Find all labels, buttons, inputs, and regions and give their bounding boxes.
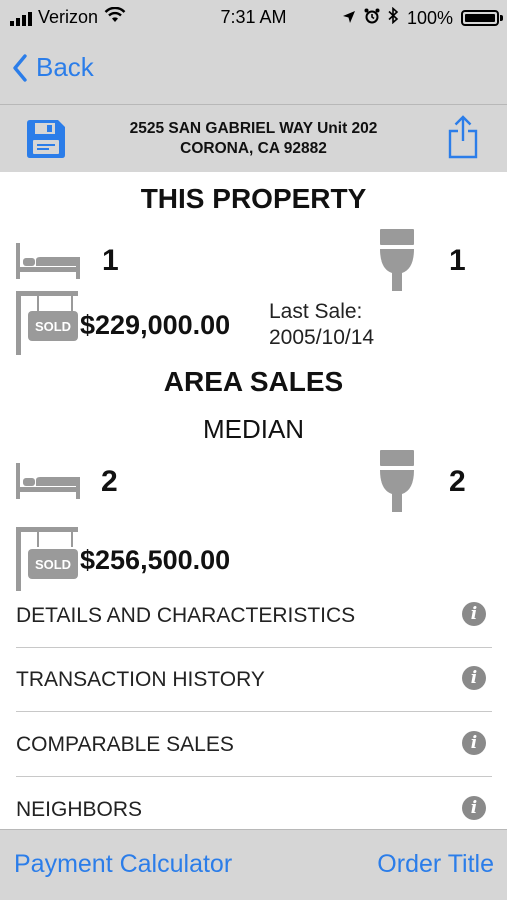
address-line-2: CORONA, CA 92882	[180, 140, 327, 157]
order-title-button[interactable]: Order Title	[377, 850, 494, 879]
info-icon[interactable]: i	[462, 602, 486, 626]
alarm-icon	[364, 8, 380, 29]
signal-icon	[10, 10, 32, 26]
back-button[interactable]: Back	[12, 52, 94, 83]
info-icon[interactable]: i	[462, 796, 486, 820]
area-sales-baths: 2	[449, 465, 466, 498]
toilet-icon	[380, 229, 414, 296]
sold-sign-icon: SOLD	[16, 291, 80, 360]
floppy-disk-icon[interactable]	[25, 119, 67, 164]
area-sales-price: $256,500.00	[80, 545, 231, 575]
list-item-comparable-sales[interactable]: COMPARABLE SALES i	[16, 713, 492, 777]
this-property-title: THIS PROPERTY	[140, 183, 367, 214]
list-item-transaction-history[interactable]: TRANSACTION HISTORY i	[16, 648, 492, 712]
this-property-beds: 1	[102, 244, 119, 277]
status-left: Verizon	[10, 6, 126, 28]
address-bar: 2525 SAN GABRIEL WAY Unit 202 CORONA, CA…	[0, 105, 507, 172]
list-item-label: TRANSACTION HISTORY	[16, 668, 265, 691]
last-sale-label: Last Sale:	[269, 300, 363, 323]
list-item-label: DETAILS AND CHARACTERISTICS	[16, 604, 356, 627]
median-subtitle: MEDIAN	[202, 414, 305, 444]
battery-fill	[465, 14, 495, 22]
back-label: Back	[36, 52, 94, 82]
property-address: 2525 SAN GABRIEL WAY Unit 202 CORONA, CA…	[80, 119, 427, 159]
toilet-icon	[380, 450, 414, 517]
navigation-bar: Back	[0, 34, 507, 105]
chevron-left-icon	[12, 53, 28, 82]
last-sale-info: Last Sale: 2005/10/14	[269, 299, 374, 351]
payment-calculator-button[interactable]: Payment Calculator	[14, 850, 232, 879]
carrier-label: Verizon	[38, 7, 99, 27]
address-line-1: 2525 SAN GABRIEL WAY Unit 202	[129, 120, 378, 137]
list-item-label: COMPARABLE SALES	[16, 733, 234, 756]
share-icon[interactable]	[447, 115, 479, 164]
wifi-icon	[104, 6, 126, 28]
battery-icon	[461, 10, 503, 26]
location-icon	[342, 8, 356, 29]
info-icon[interactable]: i	[462, 731, 486, 755]
bed-icon	[16, 463, 80, 504]
status-bar: Verizon 7:31 AM 100%	[0, 0, 507, 34]
sold-sign-text: SOLD	[35, 557, 71, 572]
area-sales-beds: 2	[101, 465, 118, 498]
list-item-label: NEIGHBORS	[16, 798, 143, 821]
info-icon[interactable]: i	[462, 666, 486, 690]
sold-sign-text: SOLD	[35, 319, 71, 334]
this-property-price: $229,000.00	[80, 310, 231, 340]
area-sales-title: AREA SALES	[163, 366, 344, 397]
last-sale-date: 2005/10/14	[269, 326, 375, 349]
bluetooth-icon	[388, 6, 399, 29]
bed-icon	[16, 243, 80, 284]
this-property-baths: 1	[449, 244, 466, 277]
status-right: 100%	[342, 6, 503, 29]
list-item-details[interactable]: DETAILS AND CHARACTERISTICS i	[16, 584, 492, 648]
bottom-toolbar: Payment Calculator Order Title	[0, 829, 507, 900]
battery-percent: 100%	[406, 7, 453, 28]
